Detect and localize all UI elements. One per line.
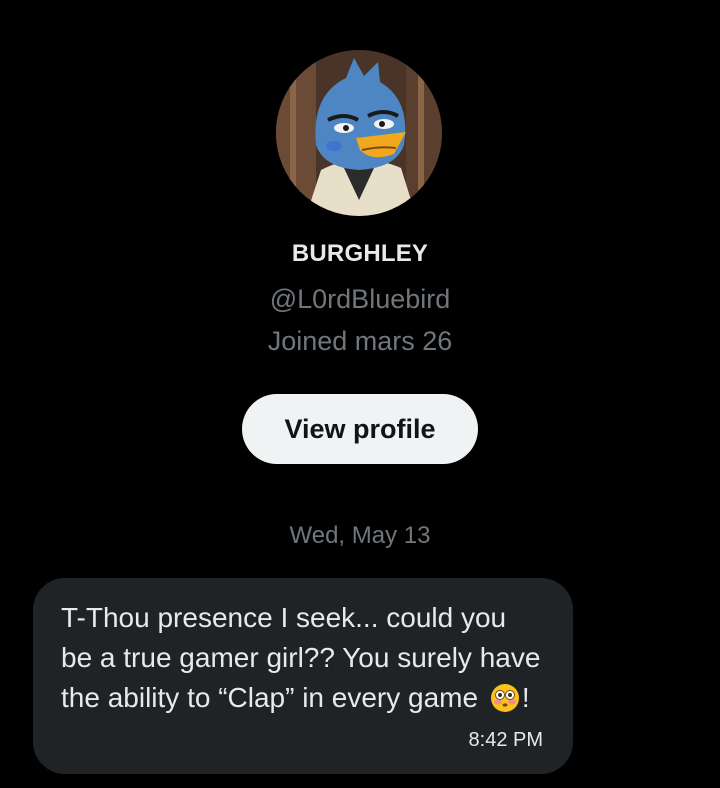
message-bubble[interactable]: T-Thou presence I seek... could you be a…: [33, 578, 573, 774]
message-text-tail: !: [521, 682, 530, 713]
joined-date: Joined mars 26: [267, 326, 453, 356]
view-profile-button[interactable]: View profile: [242, 394, 478, 464]
message-text-main: T-Thou presence I seek... could you be a…: [61, 602, 549, 713]
flushed-face-emoji-icon: [490, 684, 519, 712]
message-text: T-Thou presence I seek... could you be a…: [61, 598, 543, 718]
date-separator: Wed, May 13: [289, 522, 431, 549]
display-name: BURGHLEY: [291, 240, 429, 267]
bluebird-avatar-image: [276, 50, 442, 216]
message-timestamp: 8:42 PM: [468, 729, 543, 751]
profile-avatar[interactable]: [276, 50, 442, 216]
user-handle: @L0rdBluebird: [269, 284, 451, 314]
